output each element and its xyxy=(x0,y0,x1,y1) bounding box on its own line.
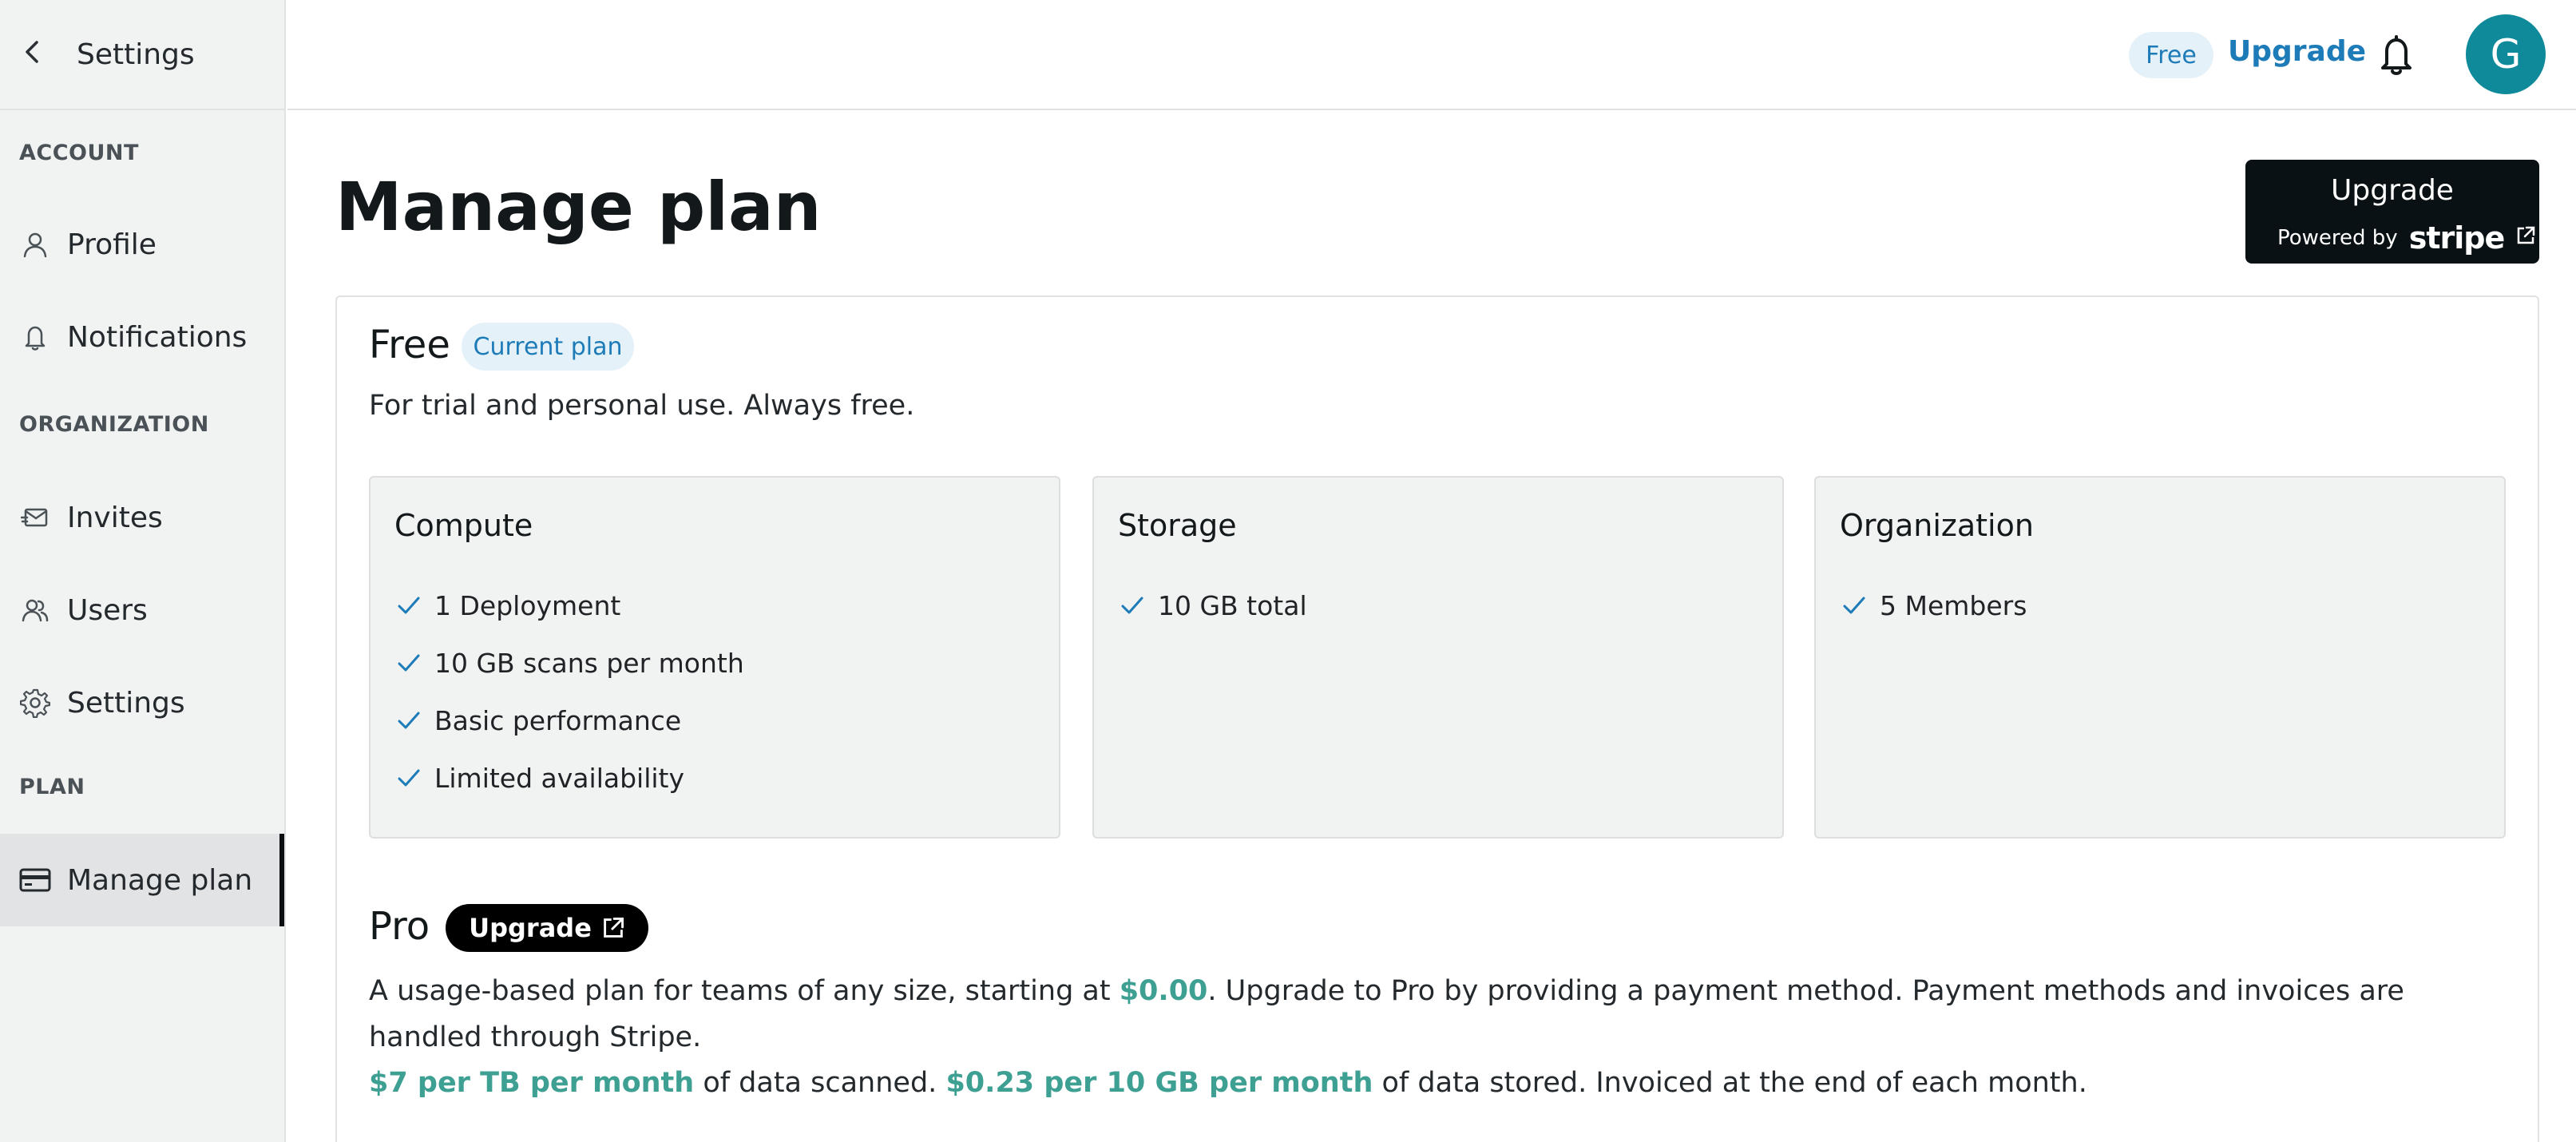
feature-card-title: Organization xyxy=(1840,508,2034,543)
scan-text: of data scanned. xyxy=(694,1067,946,1099)
current-plan-badge: Current plan xyxy=(462,323,634,371)
check-icon xyxy=(1118,591,1147,620)
feature-item: 1 Deployment xyxy=(394,577,744,634)
gear-icon xyxy=(19,687,51,719)
pro-plan-name: Pro xyxy=(369,904,430,949)
notification-bell-icon[interactable] xyxy=(2376,34,2416,77)
sidebar-item-settings[interactable]: Settings xyxy=(0,656,284,749)
feature-text: 10 GB total xyxy=(1158,589,1307,621)
sidebar-title: Settings xyxy=(77,38,195,71)
section-account: ACCOUNT xyxy=(19,141,139,165)
check-icon xyxy=(394,648,423,677)
check-icon xyxy=(394,763,423,792)
check-icon xyxy=(1840,591,1869,620)
sidebar-item-label: Invites xyxy=(67,501,163,534)
powered-by-stripe: Powered by stripe xyxy=(2277,220,2536,256)
stripe-upgrade-label: Upgrade xyxy=(2331,174,2454,207)
storage-price: $0.23 per 10 GB per month xyxy=(945,1067,1373,1099)
sidebar-item-users[interactable]: Users xyxy=(0,564,284,656)
feature-text: 10 GB scans per month xyxy=(434,647,744,679)
sidebar-header: Settings xyxy=(0,0,284,110)
external-link-icon xyxy=(604,918,624,938)
feature-text: Basic performance xyxy=(434,704,682,736)
page-title: Manage plan xyxy=(335,168,822,246)
avatar[interactable]: G xyxy=(2466,14,2546,94)
feature-card-compute: Compute 1 Deployment 10 GB scans per mon… xyxy=(369,476,1060,839)
external-link-icon xyxy=(2515,225,2536,252)
sidebar-item-label: Notifications xyxy=(67,320,248,354)
sidebar-item-invites[interactable]: Invites xyxy=(0,471,284,564)
pro-upgrade-button[interactable]: Upgrade xyxy=(446,904,648,952)
stripe-logo: stripe xyxy=(2408,220,2506,256)
back-arrow-icon[interactable] xyxy=(21,36,53,73)
section-plan: PLAN xyxy=(19,775,85,799)
sidebar-item-notifications[interactable]: Notifications xyxy=(0,291,284,383)
stripe-upgrade-button[interactable]: Upgrade Powered by stripe xyxy=(2245,160,2539,264)
feature-text: 5 Members xyxy=(1880,589,2027,621)
sidebar-item-label: Manage plan xyxy=(67,863,253,897)
plan-badge: Free xyxy=(2129,32,2213,78)
sidebar-item-label: Profile xyxy=(67,228,157,261)
feature-item: Limited availability xyxy=(394,749,744,807)
feature-card-storage: Storage 10 GB total xyxy=(1092,476,1784,839)
current-plan-name: Free xyxy=(369,323,450,367)
sidebar-item-manage-plan[interactable]: Manage plan xyxy=(0,834,284,926)
sidebar-item-profile[interactable]: Profile xyxy=(0,198,284,291)
credit-card-icon xyxy=(19,864,51,896)
feature-item: 10 GB scans per month xyxy=(394,634,744,692)
bell-icon xyxy=(19,321,51,353)
feature-text: Limited availability xyxy=(434,762,685,794)
feature-card-title: Compute xyxy=(394,508,533,543)
feature-card-title: Storage xyxy=(1118,508,1237,543)
current-plan-description: For trial and personal use. Always free. xyxy=(369,390,915,422)
sidebar-item-label: Users xyxy=(67,593,148,627)
scan-price: $7 per TB per month xyxy=(369,1067,695,1099)
feature-card-organization: Organization 5 Members xyxy=(1814,476,2506,839)
envelope-send-icon xyxy=(19,502,51,533)
pro-upgrade-label: Upgrade xyxy=(469,913,592,943)
upgrade-link[interactable]: Upgrade xyxy=(2228,35,2366,68)
feature-item: 10 GB total xyxy=(1118,577,1307,634)
feature-item: Basic performance xyxy=(394,692,744,749)
user-icon xyxy=(19,228,51,260)
feature-item: 5 Members xyxy=(1840,577,2027,634)
pro-plan-description: A usage-based plan for teams of any size… xyxy=(369,968,2509,1061)
powered-by-label: Powered by xyxy=(2277,226,2398,250)
sidebar: Settings ACCOUNT Profile Notifications O… xyxy=(0,0,286,1142)
sidebar-item-label: Settings xyxy=(67,686,185,720)
feature-text: 1 Deployment xyxy=(434,589,621,621)
pro-start-price: $0.00 xyxy=(1119,975,1208,1007)
pro-desc-text: A usage-based plan for teams of any size… xyxy=(369,975,1120,1007)
check-icon xyxy=(394,591,423,620)
pro-pricing-line: $7 per TB per month of data scanned. $0.… xyxy=(369,1067,2087,1099)
users-icon xyxy=(19,594,51,626)
section-organization: ORGANIZATION xyxy=(19,412,209,437)
storage-text: of data stored. Invoiced at the end of e… xyxy=(1373,1067,2087,1099)
check-icon xyxy=(394,706,423,735)
